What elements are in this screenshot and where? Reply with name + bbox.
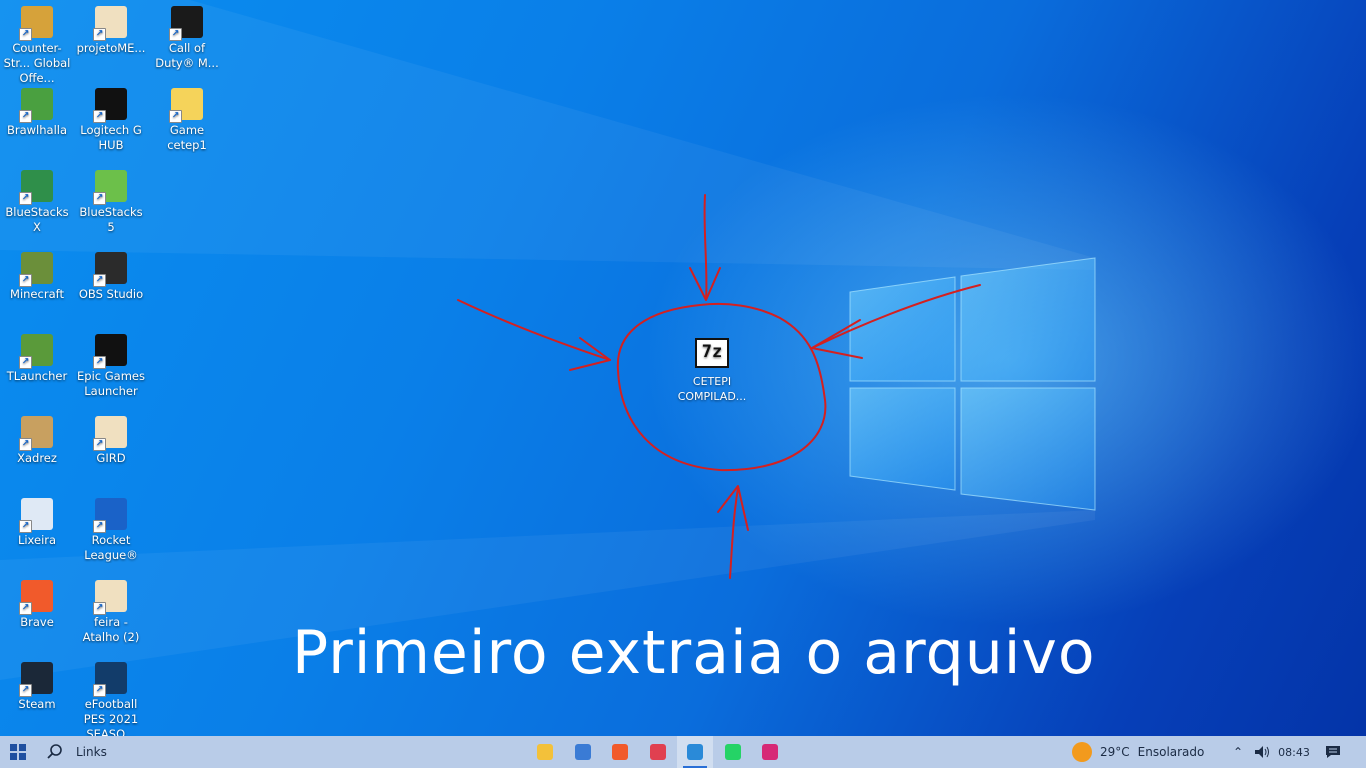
annotation-circle xyxy=(616,302,827,472)
desktop: ↗ Counter-Str... Global Offe... ↗ projetoME… xyxy=(0,0,1366,736)
vscode-icon xyxy=(687,744,703,760)
weather-temp: 29°C xyxy=(1100,745,1130,759)
taskbar: Links 29°C Ensolarado ⌃ 08:43 xyxy=(0,736,1366,768)
clock[interactable]: 08:43 xyxy=(1276,736,1312,768)
chevron-up-icon: ⌃ xyxy=(1232,745,1244,759)
search-label: Links xyxy=(76,745,107,759)
annotation-arrow-right xyxy=(811,284,981,349)
notifications-button[interactable] xyxy=(1318,736,1348,768)
taskbar-app-vscode[interactable] xyxy=(677,736,713,768)
taskbar-app-instagram[interactable] xyxy=(752,736,788,768)
taskbar-app-brave[interactable] xyxy=(602,736,638,768)
windows-start-icon xyxy=(10,744,26,760)
file-explorer-icon xyxy=(537,744,553,760)
annotation-arrow-bottom xyxy=(729,487,739,579)
instruction-banner: Primeiro extraia o arquivo xyxy=(292,618,1096,688)
annotation-arrow-left xyxy=(457,299,611,361)
sun-icon xyxy=(1072,742,1092,762)
annotation-arrow-top xyxy=(703,194,708,301)
taskbar-app-app-pinned[interactable] xyxy=(640,736,676,768)
whatsapp-icon xyxy=(724,744,741,760)
weather-widget[interactable]: 29°C Ensolarado xyxy=(1072,736,1222,768)
taskbar-search[interactable]: Links xyxy=(40,736,160,768)
taskbar-app-whatsapp[interactable] xyxy=(715,736,751,768)
notification-icon xyxy=(1326,746,1340,758)
taskbar-app-file-explorer[interactable] xyxy=(527,736,563,768)
taskbar-app-microsoft-store[interactable] xyxy=(565,736,601,768)
volume-button[interactable] xyxy=(1250,736,1274,768)
brave-icon xyxy=(612,744,628,760)
speaker-icon xyxy=(1255,746,1269,758)
start-button[interactable] xyxy=(0,736,36,768)
clock-time: 08:43 xyxy=(1278,745,1310,759)
tray-overflow-button[interactable]: ⌃ xyxy=(1228,736,1248,768)
app-pinned-icon xyxy=(649,744,666,760)
microsoft-store-icon xyxy=(574,744,591,760)
instagram-icon xyxy=(762,744,778,760)
search-icon xyxy=(47,744,62,759)
weather-condition: Ensolarado xyxy=(1137,745,1205,759)
